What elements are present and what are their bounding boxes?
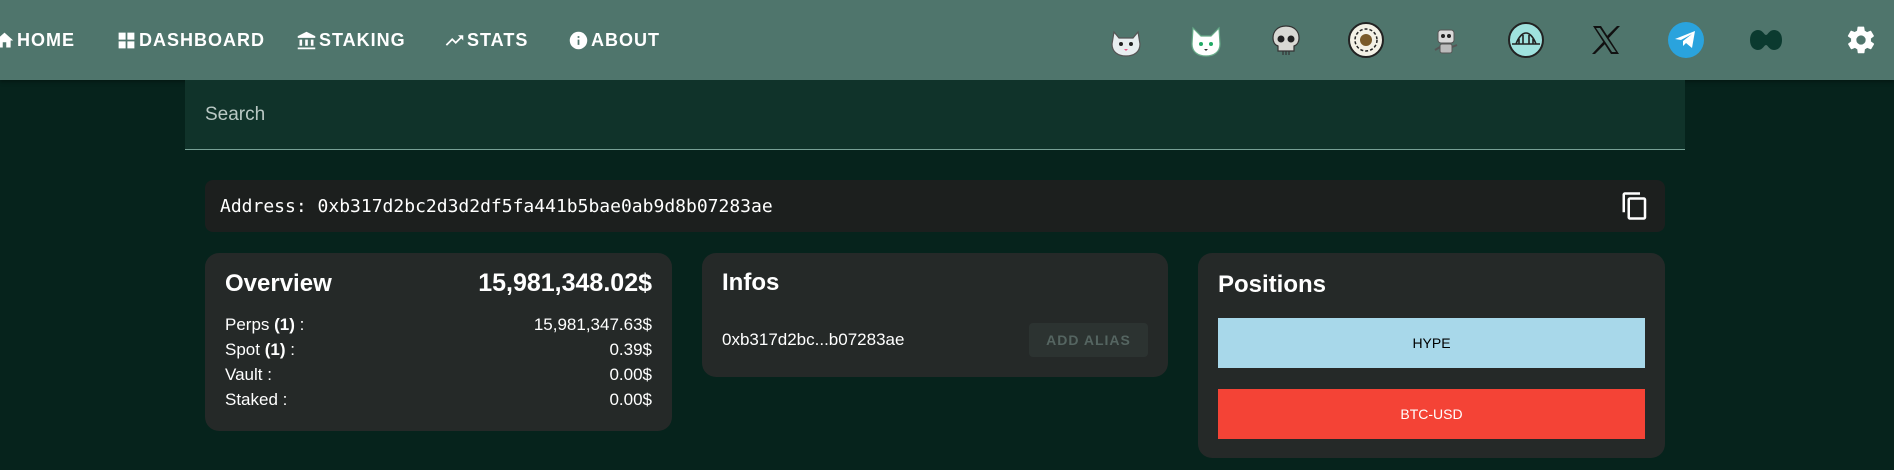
positions-title: Positions <box>1218 271 1327 298</box>
infos-short-address: 0xb317d2bc...b07283ae <box>722 330 905 349</box>
infos-title: Infos <box>722 269 780 296</box>
bridge-logo-icon[interactable] <box>1506 20 1546 60</box>
nav-about-label: ABOUT <box>591 29 660 50</box>
address-text: Address: 0xb317d2bc2d3d2df5fa441b5bae0ab… <box>220 195 773 217</box>
gear-icon[interactable] <box>1845 24 1877 56</box>
search-placeholder: Search <box>205 103 266 125</box>
hyperliquid-logo-icon[interactable] <box>1746 20 1786 60</box>
overview-row-label: Vault : <box>225 365 272 384</box>
overview-row-value: 15,981,347.63$ <box>533 315 652 334</box>
positions-card: Positions HYPE BTC-USD <box>1198 253 1665 458</box>
nav-about[interactable]: ABOUT <box>568 0 660 80</box>
overview-row-label: Perps (1) : <box>225 315 305 334</box>
nav-stats-label: STATS <box>467 29 529 50</box>
overview-total: 15,981,348.02$ <box>478 269 652 297</box>
nav-home-label: HOME <box>17 29 75 50</box>
overview-title: Overview <box>225 270 332 297</box>
trending-up-icon <box>445 34 464 46</box>
nav-dashboard[interactable]: DASHBOARD <box>116 0 265 80</box>
overview-row-label: Spot (1) : <box>225 340 295 359</box>
nav-staking-label: STAKING <box>319 29 406 50</box>
robot-mascot-icon[interactable] <box>1426 20 1466 60</box>
overview-row-value: 0.00$ <box>609 390 652 409</box>
overview-row-value: 0.00$ <box>609 365 652 384</box>
overview-row-staked: Staked : 0.00$ <box>225 387 652 412</box>
lion-emblem-icon[interactable] <box>1346 20 1386 60</box>
nav-dashboard-label: DASHBOARD <box>139 29 265 50</box>
telegram-icon[interactable] <box>1666 20 1706 60</box>
overview-row-label: Staked : <box>225 390 288 409</box>
copy-icon[interactable] <box>1620 191 1650 221</box>
nav-staking[interactable]: STAKING <box>296 0 406 80</box>
skull-icon[interactable] <box>1266 20 1306 60</box>
overview-row-spot: Spot (1) : 0.39$ <box>225 337 652 362</box>
add-alias-button[interactable]: ADD ALIAS <box>1029 323 1148 357</box>
infos-card: Infos 0xb317d2bc...b07283ae ADD ALIAS <box>702 253 1168 377</box>
overview-row-perps: Perps (1) : 15,981,347.63$ <box>225 312 652 337</box>
search-input[interactable]: Search <box>185 80 1685 150</box>
position-btc-usd-button[interactable]: BTC-USD <box>1218 389 1645 439</box>
x-logo-icon[interactable] <box>1586 20 1626 60</box>
overview-card: Overview 15,981,348.02$ Perps (1) : 15,9… <box>205 253 672 431</box>
dashboard-icon <box>118 32 135 48</box>
top-navigation-bar: HOME DASHBOARD STAKING STATS ABOUT <box>0 0 1894 80</box>
nav-stats[interactable]: STATS <box>444 0 528 80</box>
overview-row-value: 0.39$ <box>609 340 652 359</box>
home-icon <box>0 32 14 47</box>
address-bar: Address: 0xb317d2bc2d3d2df5fa441b5bae0ab… <box>205 180 1665 232</box>
overview-row-vault: Vault : 0.00$ <box>225 362 652 387</box>
position-hype-button[interactable]: HYPE <box>1218 318 1645 368</box>
bank-icon <box>297 31 316 49</box>
cat-mascot-icon[interactable] <box>1106 20 1146 60</box>
info-icon <box>569 31 588 49</box>
fox-mascot-icon[interactable] <box>1186 20 1226 60</box>
nav-home[interactable]: HOME <box>0 0 75 80</box>
